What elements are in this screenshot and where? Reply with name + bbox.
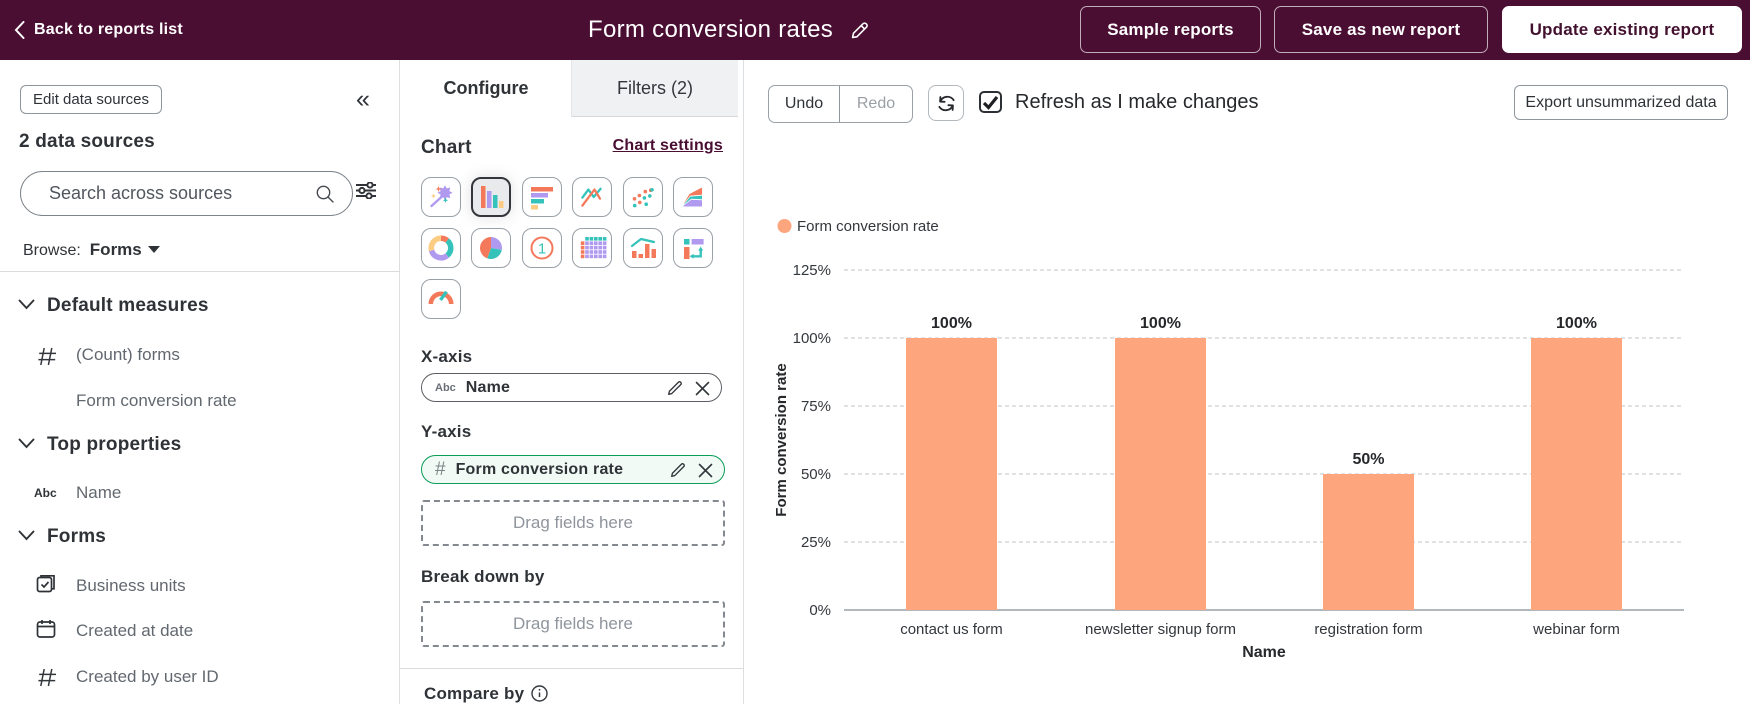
svg-text:Name: Name xyxy=(1242,644,1286,661)
svg-text:50%: 50% xyxy=(1352,451,1384,468)
svg-text:25%: 25% xyxy=(801,534,831,551)
svg-text:contact us form: contact us form xyxy=(900,621,1003,638)
svg-text:Form conversion rate: Form conversion rate xyxy=(773,363,790,516)
svg-text:100%: 100% xyxy=(793,330,831,347)
svg-text:registration form: registration form xyxy=(1314,621,1422,638)
svg-text:75%: 75% xyxy=(801,398,831,415)
svg-text:1: 1 xyxy=(538,241,546,258)
svg-text:Form conversion rate: Form conversion rate xyxy=(797,218,939,235)
svg-text:50%: 50% xyxy=(801,466,831,483)
svg-text:newsletter signup form: newsletter signup form xyxy=(1085,621,1236,638)
svg-text:125%: 125% xyxy=(793,262,831,279)
svg-text:100%: 100% xyxy=(1556,315,1597,332)
svg-text:webinar form: webinar form xyxy=(1532,621,1620,638)
svg-text:100%: 100% xyxy=(931,315,972,332)
svg-text:100%: 100% xyxy=(1140,315,1181,332)
svg-text:0%: 0% xyxy=(809,602,831,619)
